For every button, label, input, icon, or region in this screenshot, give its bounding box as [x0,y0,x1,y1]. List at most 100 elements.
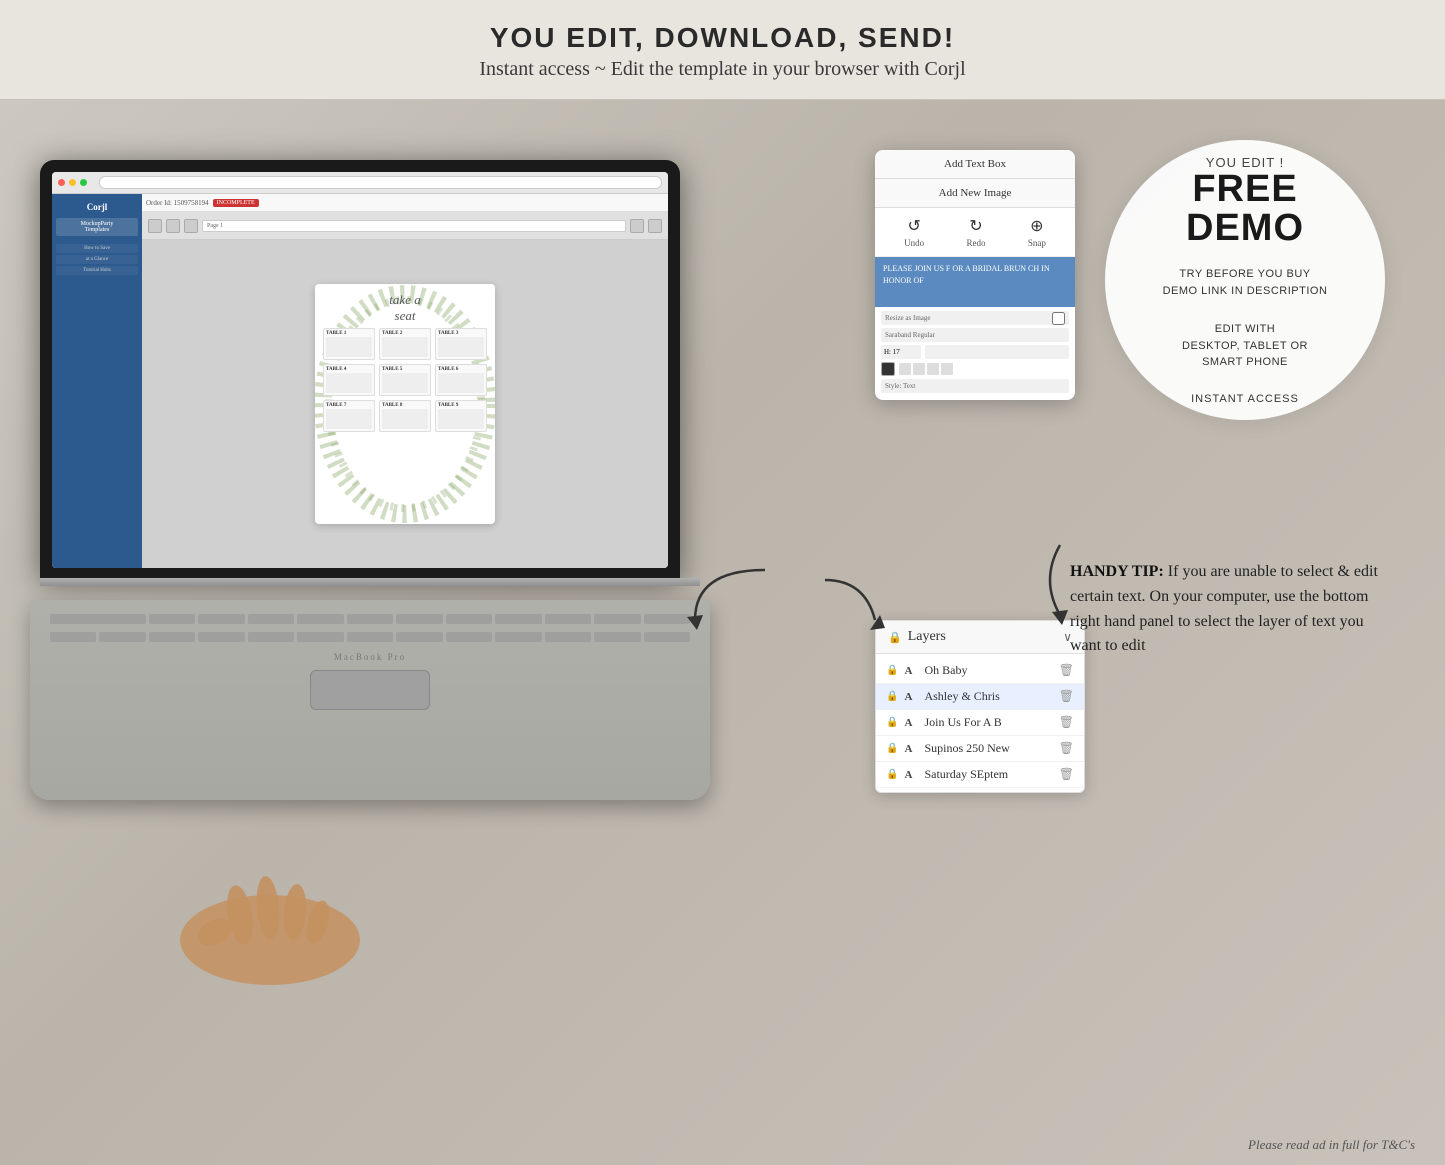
layer-delete-3[interactable]: 🗑 [1059,715,1074,730]
toolbar-btn-1[interactable] [148,219,162,233]
table-block-7: TABLE 7 [323,400,375,432]
toolbar-next[interactable] [648,219,662,233]
arrow-svg-1 [815,570,895,650]
table-block-9: TABLE 9 [435,400,487,432]
add-text-box-btn[interactable]: Add Text Box [875,150,1075,179]
layer-type-2: A [904,691,918,703]
redo-icon: ↻ [969,216,982,236]
font-size-row: H: 17 [881,345,1069,359]
laptop-screen-outer: Corjl MockupPartyTemplates How to Save a… [40,160,680,580]
layer-delete-1[interactable]: 🗑 [1059,663,1074,678]
layer-item-join[interactable]: 🔒 A Join Us For A B 🗑 [876,710,1084,736]
layer-delete-2[interactable]: 🗑 [1059,689,1074,704]
undo-tool[interactable]: ↺ Undo [904,216,924,248]
layer-type-3: A [904,717,918,729]
settings-row-1: Resize as Image [881,311,1069,325]
arrow-svg-2 [1030,540,1090,630]
layers-list: 🔒 A Oh Baby 🗑 🔒 A Ashley & Chris 🗑 🔒 A J… [876,654,1084,792]
layers-panel: 🔒 Layers ∨ 🔒 A Oh Baby 🗑 🔒 A Ashley & Ch… [875,620,1085,793]
layer-lock-icon-2: 🔒 [886,691,898,702]
corjl-nav-1[interactable]: How to Save [56,244,138,253]
corjl-nav-templates[interactable]: MockupPartyTemplates [56,218,138,236]
toolbar-btn-3[interactable] [184,219,198,233]
layer-item-ashley[interactable]: 🔒 A Ashley & Chris 🗑 [876,684,1084,710]
color-swatch[interactable] [881,362,895,376]
table-block-5: TABLE 5 [379,364,431,396]
table-block-1: TABLE 1 [323,328,375,360]
layer-delete-4[interactable]: 🗑 [1059,741,1074,756]
layer-lock-icon-5: 🔒 [886,769,898,780]
layer-item-saturday[interactable]: 🔒 A Saturday SEptem 🗑 [876,762,1084,788]
align-justify-btn[interactable] [941,363,953,375]
browser-url-bar[interactable] [99,176,662,189]
phone-panel-tools: ↺ Undo ↻ Redo ⊕ Snap [875,208,1075,257]
align-center-btn[interactable] [913,363,925,375]
layer-item-oh-baby[interactable]: 🔒 A Oh Baby 🗑 [876,658,1084,684]
corjl-sidebar: Corjl MockupPartyTemplates How to Save a… [52,194,142,568]
handy-tip-text: HANDY TIP: If you are unable to select &… [1070,560,1390,659]
phone-panel: Add Text Box Add New Image ↺ Undo ↻ Redo… [875,150,1075,400]
layer-name-supinos: Supinos 250 New [924,741,1052,756]
layers-title-text: Layers [908,629,946,645]
layer-item-supinos[interactable]: 🔒 A Supinos 250 New 🗑 [876,736,1084,762]
style-text-row: Style: Text [881,379,1069,393]
footer-text: Please read ad in full for T&C's [1248,1137,1415,1153]
align-left-btn[interactable] [899,363,911,375]
layer-lock-icon-4: 🔒 [886,743,898,754]
layer-delete-5[interactable]: 🗑 [1059,767,1074,782]
font-size-input[interactable]: H: 17 [881,345,921,359]
browser-max-dot [80,179,87,186]
header-title: YOU EDIT, DOWNLOAD, SEND! [0,22,1445,54]
resize-checkbox[interactable] [1052,312,1065,325]
settings-row-2: Saraband Regular [881,328,1069,342]
seating-chart-title: take aseat [389,292,420,324]
layer-type-4: A [904,743,918,755]
order-id-label: Order Id: 1509758194 [146,199,209,207]
snap-label: Snap [1028,238,1046,248]
snap-tool[interactable]: ⊕ Snap [1028,216,1046,248]
layer-lock-icon-1: 🔒 [886,665,898,676]
main-content: Corjl MockupPartyTemplates How to Save a… [0,100,1445,1165]
undo-icon: ↺ [907,216,920,236]
phone-text-preview: PLEASE JOIN US F OR A BRIDAL BRUN CH IN … [875,257,1075,307]
laptop-touchpad [310,670,430,710]
handy-tip-arrow [675,560,775,645]
corjl-nav-2[interactable]: at a Glance [56,255,138,264]
editor-main: Order Id: 1509758194 INCOMPLETE Page 1 [142,194,668,568]
laptop-screen-inner: Corjl MockupPartyTemplates How to Save a… [52,172,668,568]
demo-free-label: FREE [1192,170,1297,208]
browser-bar [52,172,668,194]
layer-name-oh-baby: Oh Baby [924,663,1052,678]
browser-close-dot [58,179,65,186]
corjl-logo: Corjl [56,202,138,212]
demo-try-label: TRY BEFORE YOU BUY DEMO LINK IN DESCRIPT… [1163,266,1328,299]
font-width-input[interactable] [925,345,1069,359]
hand-svg [160,860,380,990]
curved-arrow-2 [1030,540,1090,635]
hand-area [160,860,380,990]
redo-tool[interactable]: ↻ Redo [966,216,985,248]
align-right-btn[interactable] [927,363,939,375]
add-new-image-btn[interactable]: Add New Image [875,179,1075,208]
alignment-btns [899,363,953,375]
demo-edit-with-label: EDIT WITH DESKTOP, TABLET OR SMART PHONE [1182,321,1308,371]
text-preview-content: PLEASE JOIN US F OR A BRIDAL BRUN CH IN … [883,263,1067,287]
table-block-8: TABLE 8 [379,400,431,432]
order-bar: Order Id: 1509758194 INCOMPLETE [142,194,668,212]
snap-icon: ⊕ [1030,216,1043,236]
color-row [881,362,1069,376]
corjl-nav-3[interactable]: Tutorial Hubs [56,266,138,275]
laptop-keyboard: MacBook Pro [30,600,710,800]
seating-tables: TABLE 1 TABLE 2 TABLE 3 [323,328,487,432]
layers-title: 🔒 Layers [888,629,946,645]
toolbar-btn-2[interactable] [166,219,180,233]
redo-label: Redo [966,238,985,248]
layer-type-5: A [904,769,918,781]
curved-arrow-1 [815,570,895,655]
demo-demo-label: DEMO [1186,208,1304,250]
layer-name-join: Join Us For A B [924,715,1052,730]
toolbar-prev[interactable] [630,219,644,233]
toolbar-search[interactable]: Page 1 [202,220,626,232]
handy-tip-box: HANDY TIP: If you are unable to select &… [1070,560,1390,659]
handy-tip-arrow-svg [675,560,775,640]
